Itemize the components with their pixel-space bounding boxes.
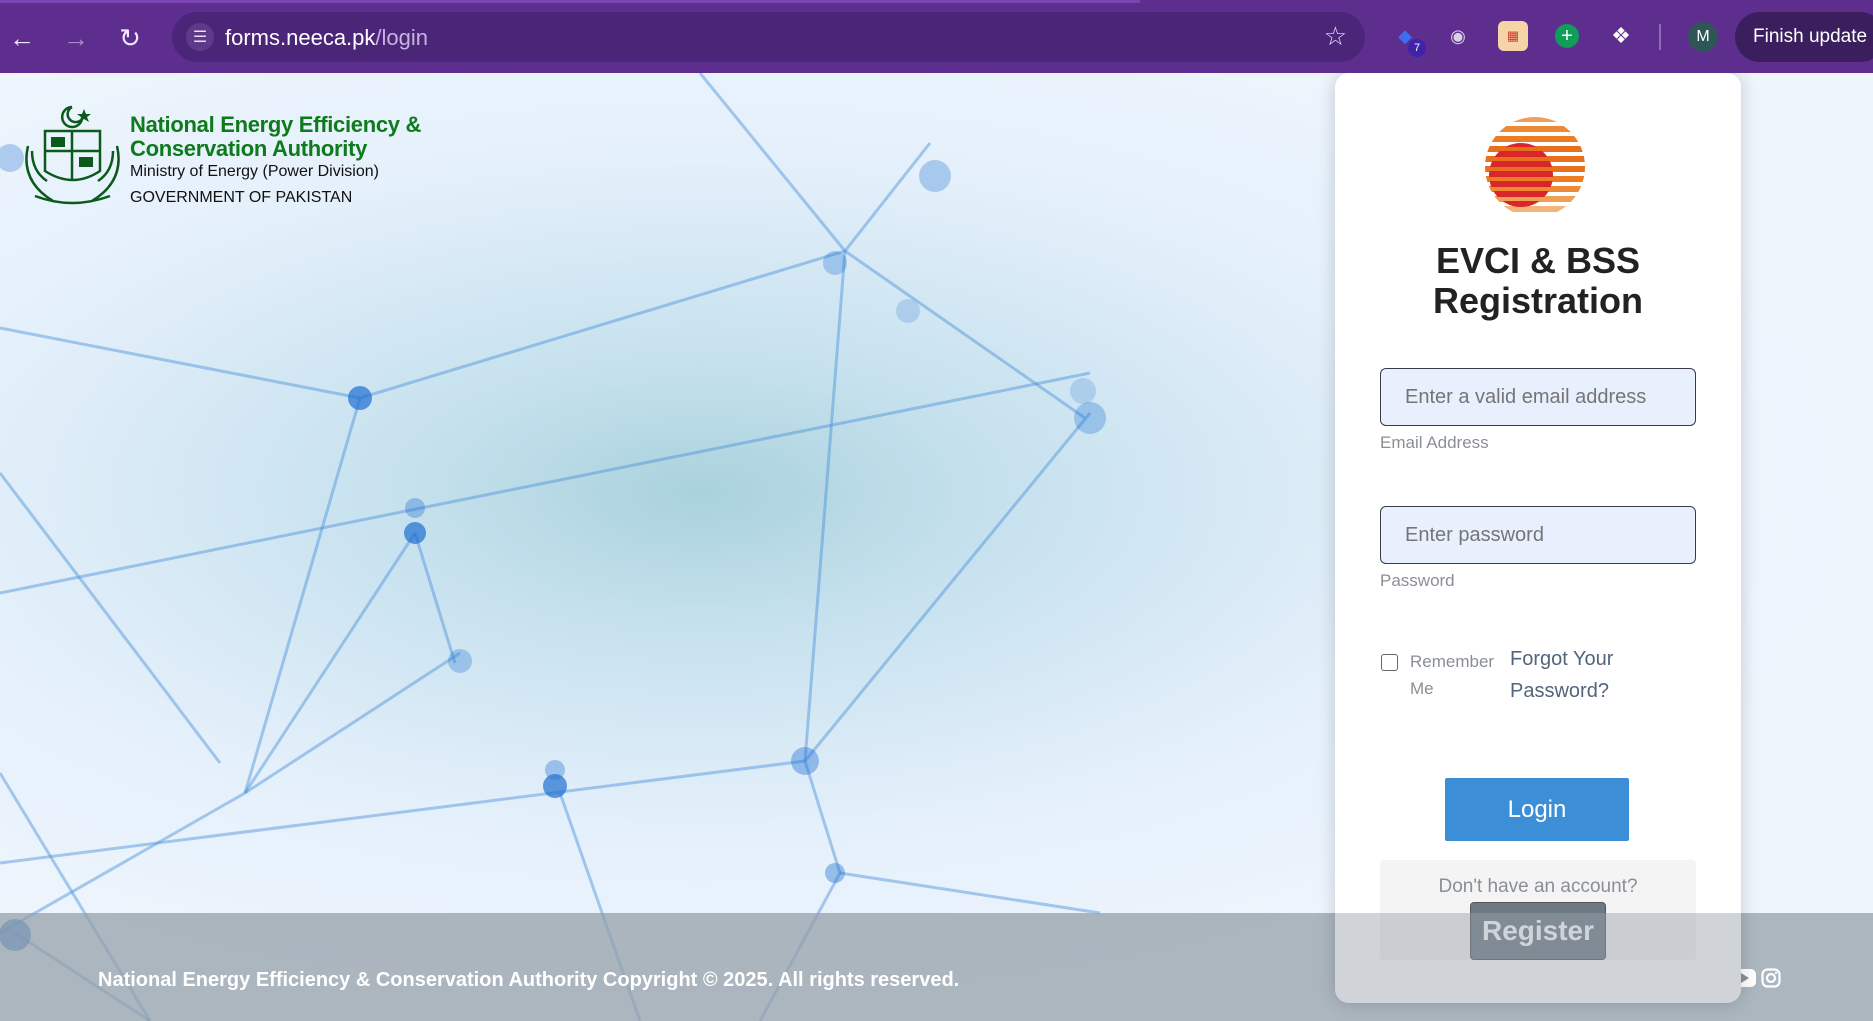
add-extension-icon[interactable]: + [1552,21,1582,51]
back-button[interactable]: ← [2,18,42,58]
pakistan-emblem-icon [25,105,120,205]
forward-button[interactable]: → [56,18,96,58]
government-name: GOVERNMENT OF PAKISTAN [130,189,353,206]
authority-name: National Energy Efficiency & Conservatio… [130,112,422,161]
email-label: Email Address [1380,433,1489,452]
page-content: National Energy Efficiency & Conservatio… [0,73,1873,1021]
arrow-left-icon: ← [9,22,35,53]
copyright-text: National Energy Efficiency & Conservatio… [98,969,960,991]
bookmark-star-icon[interactable]: ☆ [1324,21,1347,52]
extensions-puzzle-icon[interactable]: ❖ [1606,21,1636,51]
extension-badge: 7 [1408,39,1426,57]
arrow-right-icon: → [63,22,89,53]
instagram-icon[interactable] [1758,965,1784,991]
site-info-icon[interactable]: ☰ [186,23,214,51]
registration-title: EVCI & BSS Registration [1432,240,1644,321]
reload-button[interactable]: ↻ [110,18,150,58]
camera-extension-icon[interactable]: ◉ [1443,21,1473,51]
password-input[interactable] [1380,506,1696,564]
forgot-password-link[interactable]: Forgot Your Password? [1510,643,1660,707]
neeca-logo-icon [1485,117,1585,212]
remember-me-checkbox[interactable] [1381,654,1398,671]
login-button[interactable]: Login [1445,778,1629,841]
remember-me-label[interactable]: Remember Me [1410,648,1500,702]
register-button[interactable]: Register [1470,902,1606,960]
toolbar-divider [1659,24,1661,50]
url-text[interactable]: forms.neeca.pk/login [225,25,428,51]
tab-strip [0,0,1140,3]
signup-prompt: Don't have an account? [1438,876,1638,897]
browser-toolbar: ← → ↻ ☰ forms.neeca.pk/login ☆ ◆ 7 ◉ ▦ +… [0,0,1873,73]
ministry-name: Ministry of Energy (Power Division) [130,163,379,180]
finish-update-button[interactable]: Finish update [1735,12,1873,62]
password-label: Password [1380,571,1455,590]
reload-icon: ↻ [119,22,141,53]
signup-box: Don't have an account? Register [1380,860,1696,960]
address-bar[interactable]: ☰ forms.neeca.pk/login ☆ [172,12,1365,62]
extension-icon[interactable]: ◆ 7 [1390,21,1426,57]
login-card: EVCI & BSS Registration Email Address Pa… [1335,73,1741,1003]
email-input[interactable] [1380,368,1696,426]
profile-avatar[interactable]: M [1688,22,1718,52]
pdf-extension-icon[interactable]: ▦ [1498,21,1528,51]
authority-brand: National Energy Efficiency & Conservatio… [20,101,440,211]
